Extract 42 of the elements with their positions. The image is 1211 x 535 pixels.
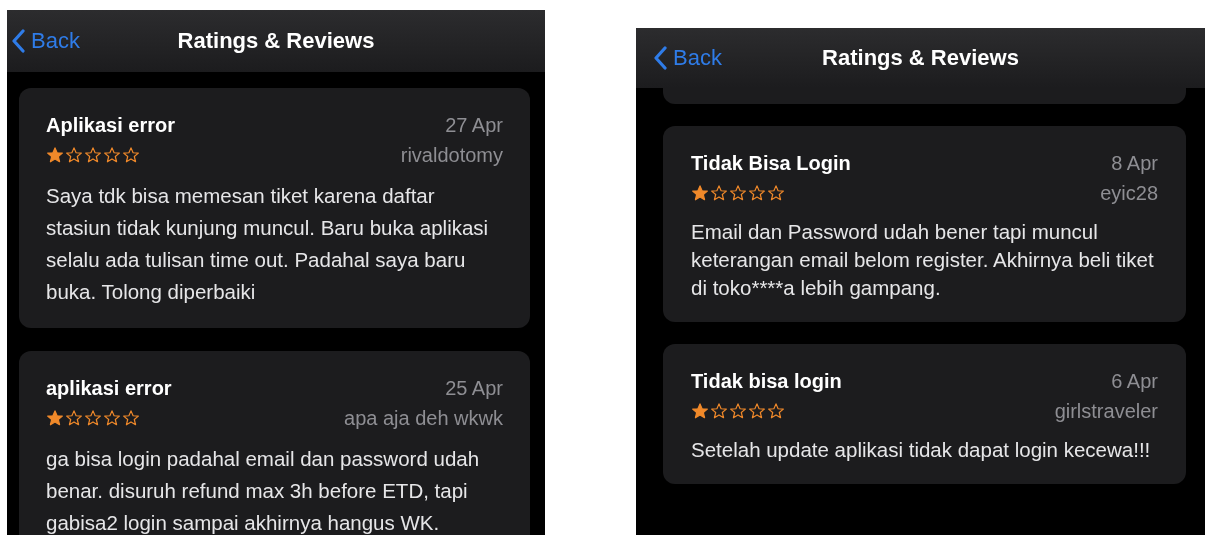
star-icon [122,146,140,164]
review-text: Saya tdk bisa memesan tiket karena daftar stasiun tidak kunjung muncul. Baru buka aplikasi selalu ada tulisan time out. Padahal saya baru buka. Tolong diperbaiki [46,183,490,305]
chevron-left-icon [11,29,25,53]
star-icon [122,409,140,427]
review-title: Tidak bisa login [691,369,842,393]
star-icon [46,409,64,427]
review-date: 8 Apr [1111,151,1158,175]
star-icon [767,402,785,420]
star-icon [84,146,102,164]
review-author: apa aja deh wkwk [344,406,503,430]
review-date: 27 Apr [445,113,503,137]
chevron-left-icon [653,46,667,70]
review-author: rivaldotomy [400,143,503,167]
star-icon [46,146,64,164]
star-icon [691,402,709,420]
star-icon [65,146,83,164]
star-icon [748,184,766,202]
star-icon [710,402,728,420]
review-title: Tidak Bisa Login [691,151,851,175]
star-icon [103,409,121,427]
star-icon [729,184,747,202]
review-date: 6 Apr [1111,369,1158,393]
screen-title: Ratings & Reviews [822,45,1019,71]
star-icon [729,402,747,420]
screen-title: Ratings & Reviews [177,28,375,54]
back-button[interactable]: Back [636,45,722,71]
star-icon [103,146,121,164]
review-author: eyic28 [1100,181,1158,205]
review-text: Setelah update aplikasi tidak dapat login kecewa!!! [691,437,1152,463]
star-icon [691,184,709,202]
star-icon [65,409,83,427]
star-icon [767,184,785,202]
review-author: girlstraveler [1054,399,1158,423]
review-title: Aplikasi error [46,113,175,137]
back-button[interactable]: Back [7,28,80,54]
review-title: aplikasi error [46,376,172,400]
review-text: ga bisa login padahal email dan password udah benar. disuruh refund max 3h before ETD, tapi gabisa2 login sampai akhirnya hangus WK. [46,446,481,535]
star-icon [748,402,766,420]
star-icon [84,409,102,427]
review-date: 25 Apr [445,376,503,400]
review-text: Email dan Password udah bener tapi muncul keterangan email belom register. Akhirnya beli tiket di toko****a lebih gampang. [691,219,1155,301]
star-icon [710,184,728,202]
